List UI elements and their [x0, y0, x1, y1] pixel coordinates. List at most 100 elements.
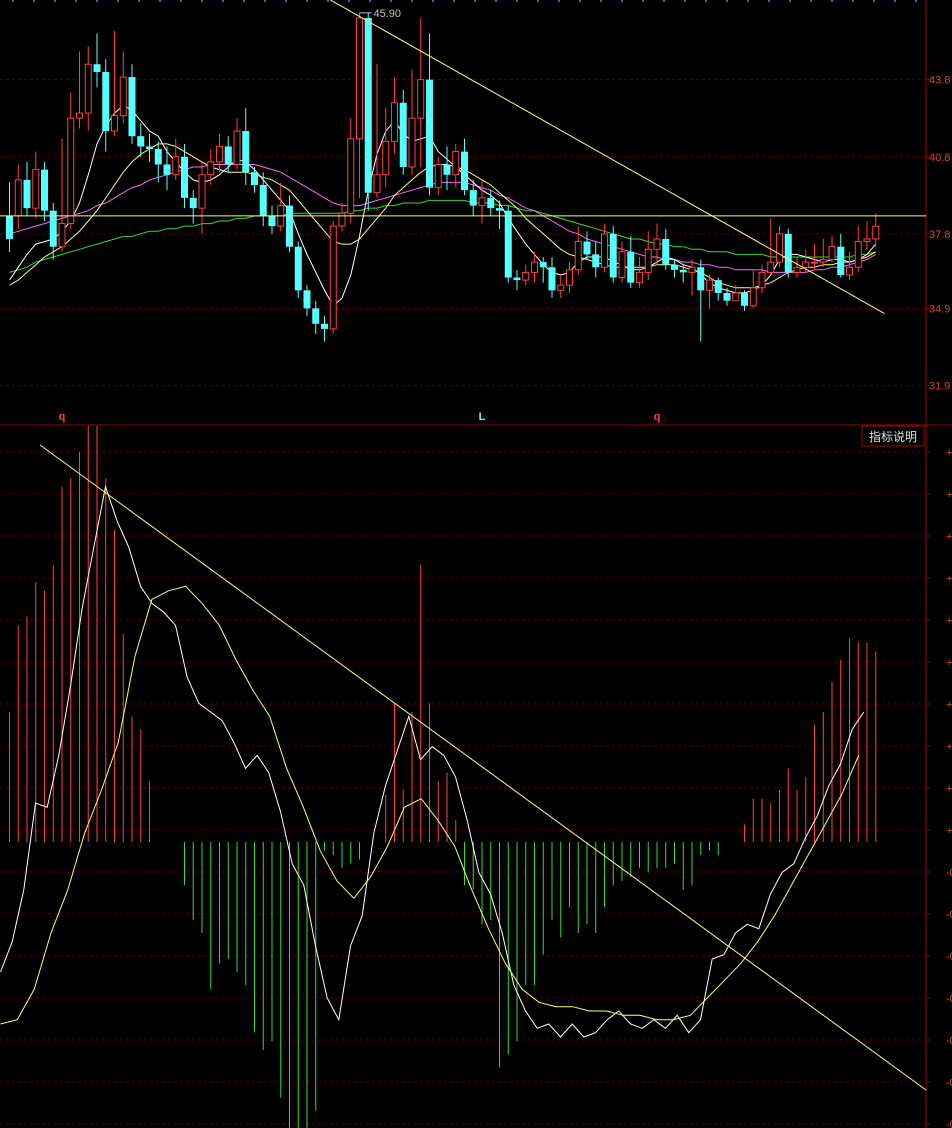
- top-dot: [537, 0, 539, 2]
- candle: [776, 226, 783, 268]
- candle: [662, 228, 670, 270]
- candle: [688, 259, 696, 296]
- candle: [784, 228, 792, 278]
- top-dot: [33, 0, 35, 2]
- top-dot: [831, 0, 833, 2]
- candle-body-up: [76, 112, 83, 119]
- top-dot: [243, 0, 245, 2]
- candle: [627, 236, 635, 288]
- top-dot: [348, 0, 350, 2]
- macd-histogram: [9, 426, 877, 1128]
- candle-body-down: [312, 308, 320, 324]
- candle: [216, 133, 223, 173]
- candle-body-up: [802, 261, 810, 268]
- candle: [513, 269, 521, 291]
- candle: [251, 167, 258, 193]
- candle-body-down: [548, 267, 556, 291]
- candle-body-down: [513, 277, 521, 281]
- top-dot: [222, 0, 224, 2]
- candle-body-up: [601, 233, 608, 268]
- candle-body-down: [294, 246, 302, 291]
- candle: [854, 226, 862, 273]
- candle: [84, 46, 92, 132]
- candle-body-down: [461, 151, 468, 191]
- candle-body-down: [321, 323, 328, 329]
- top-dot: [54, 0, 56, 2]
- candle: [111, 30, 118, 137]
- candle-body-up: [434, 163, 442, 189]
- price-tick-label: 31.9: [929, 380, 950, 392]
- candle-body-down: [163, 164, 171, 175]
- candle: [644, 231, 652, 281]
- candle: [347, 118, 355, 224]
- indicator-help-button[interactable]: 指标说明: [861, 425, 925, 447]
- candle: [723, 287, 731, 306]
- candle: [609, 226, 617, 283]
- candle-body-up: [67, 117, 75, 225]
- candle-body-up: [819, 259, 827, 263]
- candle: [452, 143, 460, 188]
- macd-tick-label: +: [946, 489, 952, 501]
- ma20-line: [9, 164, 877, 273]
- candle-body-down: [259, 185, 267, 216]
- macd-tick-label: -0: [946, 1035, 952, 1047]
- x-marker-label: q: [654, 411, 661, 423]
- candle-body-down: [496, 208, 503, 211]
- candle-body-up: [688, 266, 696, 273]
- top-dot: [621, 0, 623, 2]
- candle-body-up: [198, 174, 206, 209]
- macd-tick-label: +0: [946, 825, 952, 837]
- candle: [767, 218, 775, 275]
- candle: [557, 274, 565, 299]
- top-dot: [558, 0, 560, 2]
- candle: [128, 64, 136, 144]
- top-dot: [894, 0, 896, 2]
- top-dot: [684, 0, 686, 2]
- top-dot: [390, 0, 392, 2]
- top-dot: [579, 0, 581, 2]
- candle-body-down: [487, 197, 495, 209]
- price-tick-label: 34.9: [929, 303, 950, 315]
- candle-body-up: [58, 223, 66, 248]
- macd-trendline: [39, 444, 927, 1091]
- top-dot: [852, 0, 854, 2]
- top-dot: [411, 0, 413, 2]
- top-dot: [789, 0, 791, 2]
- macd-tick-label: +: [946, 447, 952, 459]
- candle-body-down: [242, 131, 250, 173]
- candle-body-up: [644, 248, 652, 273]
- top-dot: [159, 0, 161, 2]
- candle: [172, 138, 180, 180]
- candle: [329, 220, 337, 335]
- candle-body-up: [207, 161, 215, 176]
- candle: [93, 33, 101, 88]
- macd-tick-label: -0: [946, 909, 952, 921]
- candle-body-up: [391, 102, 398, 142]
- candle: [58, 138, 66, 252]
- candle-body-down: [671, 264, 678, 270]
- candle-body-up: [557, 284, 565, 291]
- candle: [636, 256, 643, 288]
- macd-tick-label: +: [946, 573, 952, 585]
- candle: [671, 259, 678, 278]
- top-dot: [327, 0, 329, 2]
- candle-body-down: [102, 71, 110, 132]
- candle: [504, 205, 512, 283]
- candle-body-up: [382, 140, 390, 176]
- candle: [522, 264, 530, 286]
- candle: [741, 290, 748, 311]
- candle-body-up: [356, 17, 363, 140]
- candle: [189, 190, 197, 224]
- candle: [277, 182, 285, 232]
- top-dot: [915, 0, 917, 2]
- candle-body-up: [618, 251, 626, 279]
- candle: [566, 262, 573, 293]
- candle-body-down: [189, 197, 197, 209]
- candle-body-up: [846, 266, 853, 276]
- candle: [163, 146, 171, 191]
- candle-body-up: [233, 130, 241, 165]
- top-dot: [642, 0, 644, 2]
- candle: [749, 269, 757, 309]
- candle-body-down: [6, 215, 13, 239]
- candle-body-up: [216, 145, 223, 163]
